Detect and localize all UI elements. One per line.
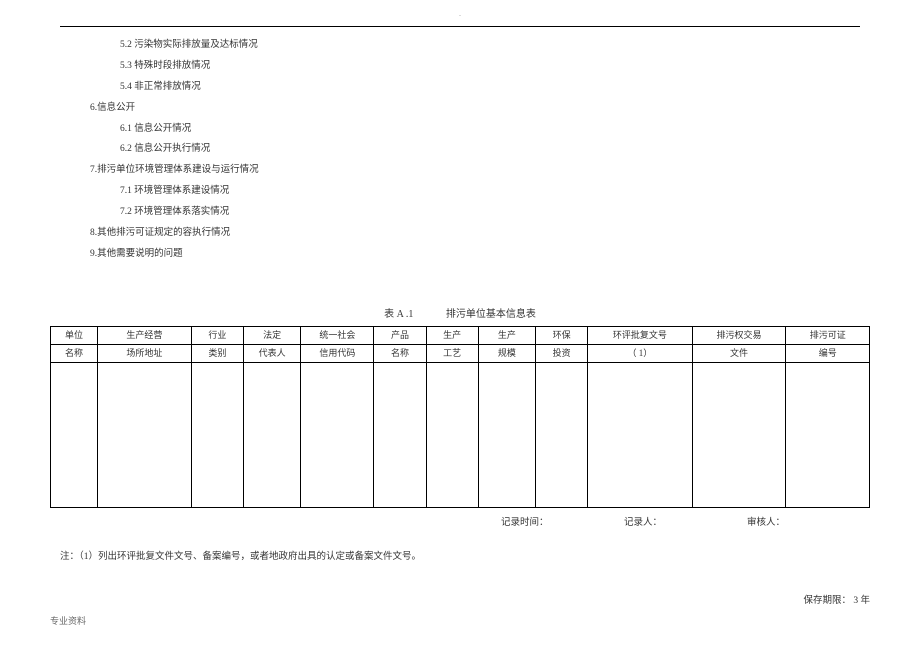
cell-legal: [244, 362, 301, 507]
table-of-contents: 5.2 污染物实际排放量及达标情况 5.3 特殊时段排放情况 5.4 非正常排放…: [90, 35, 870, 265]
cell-address: [97, 362, 191, 507]
table-name: 排污单位基本信息表: [446, 309, 536, 320]
toc-section-7: 7.排污单位环境管理体系建设与运行情况: [90, 160, 870, 181]
cell-invest: [536, 362, 588, 507]
toc-item-5-2: 5.2 污染物实际排放量及达标情况: [120, 35, 870, 56]
th-industry-2: 类别: [191, 344, 243, 362]
cell-product: [374, 362, 426, 507]
toc-item-5-3: 5.3 特殊时段排放情况: [120, 56, 870, 77]
th-trade-1: 排污权交易: [692, 326, 786, 344]
retention-period: 保存期限： 3 年: [50, 592, 870, 606]
cell-process: [426, 362, 478, 507]
cell-unit-name: [51, 362, 98, 507]
table-row: [51, 362, 870, 507]
toc-item-7-2: 7.2 环境管理体系落实情况: [120, 202, 870, 223]
th-legal-1: 法定: [244, 326, 301, 344]
recorder-label: 记录人：: [624, 514, 747, 528]
th-unit-name-1: 单位: [51, 326, 98, 344]
document-footer: 专业资料: [50, 614, 870, 627]
table-note: 注：（1）列出环评批复文件文号、备案编号，或者地政府出具的认定或备案文件文号。: [60, 548, 870, 562]
th-trade-2: 文件: [692, 344, 786, 362]
cell-industry: [191, 362, 243, 507]
cell-credit: [301, 362, 374, 507]
table-header: 单位 生产经营 行业 法定 统一社会 产品 生产 生产 环保 环评批复文号 排污…: [51, 326, 870, 362]
th-invest-1: 环保: [536, 326, 588, 344]
th-scale-1: 生产: [478, 326, 535, 344]
toc-item-6-2: 6.2 信息公开执行情况: [120, 139, 870, 160]
th-permit-1: 排污可证: [786, 326, 870, 344]
cell-trade: [692, 362, 786, 507]
toc-item-5-4: 5.4 非正常排放情况: [120, 77, 870, 98]
toc-item-7-1: 7.1 环境管理体系建设情况: [120, 181, 870, 202]
cell-permit: [786, 362, 870, 507]
basic-info-table: 单位 生产经营 行业 法定 统一社会 产品 生产 生产 环保 环评批复文号 排污…: [50, 326, 870, 508]
th-industry-1: 行业: [191, 326, 243, 344]
th-unit-name-2: 名称: [51, 344, 98, 362]
toc-item-6-1: 6.1 信息公开情况: [120, 119, 870, 140]
th-legal-2: 代表人: [244, 344, 301, 362]
th-eia-2: （ 1）: [588, 344, 692, 362]
header-dot: .: [50, 10, 870, 18]
toc-section-8: 8.其他排污可证规定的容执行情况: [90, 223, 870, 244]
th-process-1: 生产: [426, 326, 478, 344]
toc-section-9: 9.其他需要说明的问题: [90, 244, 870, 265]
th-address-1: 生产经营: [97, 326, 191, 344]
th-credit-2: 信用代码: [301, 344, 374, 362]
th-product-2: 名称: [374, 344, 426, 362]
signature-line: 记录时间： 记录人： 审核人：: [50, 514, 870, 528]
table-title: 表 A .1 排污单位基本信息表: [50, 305, 870, 320]
toc-section-6: 6.信息公开: [90, 98, 870, 119]
th-eia-1: 环评批复文号: [588, 326, 692, 344]
cell-scale: [478, 362, 535, 507]
th-invest-2: 投资: [536, 344, 588, 362]
th-product-1: 产品: [374, 326, 426, 344]
cell-eia: [588, 362, 692, 507]
record-time-label: 记录时间：: [501, 514, 624, 528]
th-address-2: 场所地址: [97, 344, 191, 362]
th-scale-2: 规模: [478, 344, 535, 362]
th-credit-1: 统一社会: [301, 326, 374, 344]
top-rule: [60, 26, 860, 27]
table-body: [51, 362, 870, 507]
th-permit-2: 编号: [786, 344, 870, 362]
th-process-2: 工艺: [426, 344, 478, 362]
reviewer-label: 审核人：: [747, 514, 870, 528]
table-number: 表 A .1: [384, 309, 413, 320]
